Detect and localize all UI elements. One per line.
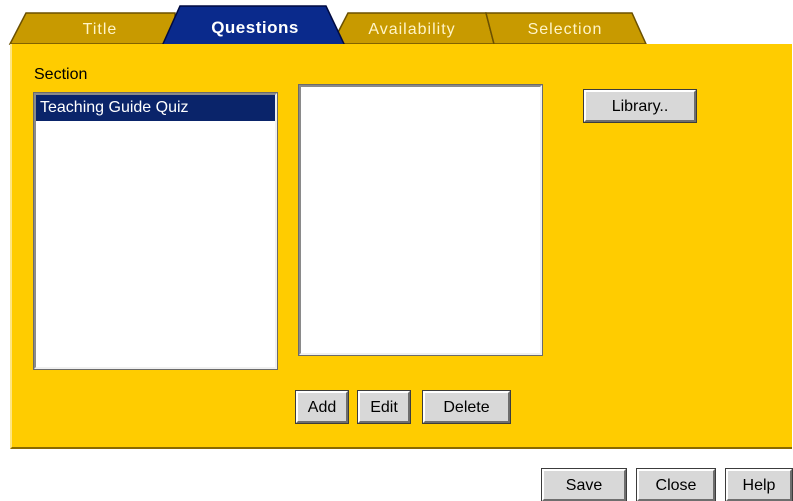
tab-availability[interactable]: Availability [342, 18, 482, 42]
section-label: Section [34, 66, 88, 83]
tab-title[interactable]: Title [40, 18, 160, 42]
tab-strip: Title Questions Availability Selection [0, 0, 793, 46]
library-button[interactable]: Library.. [583, 89, 697, 123]
section-list[interactable]: Teaching Guide Quiz [33, 92, 278, 370]
delete-button[interactable]: Delete [422, 390, 511, 424]
section-list-item[interactable]: Teaching Guide Quiz [36, 95, 275, 121]
questions-panel: Section Teaching Guide Quiz Library.. Ad… [10, 44, 792, 449]
save-button[interactable]: Save [541, 468, 627, 501]
question-list[interactable] [298, 84, 543, 356]
tab-questions[interactable]: Questions [180, 16, 330, 40]
edit-button[interactable]: Edit [357, 390, 411, 424]
help-button[interactable]: Help [725, 468, 793, 501]
close-button[interactable]: Close [636, 468, 716, 501]
tab-selection[interactable]: Selection [496, 18, 634, 42]
add-button[interactable]: Add [295, 390, 349, 424]
